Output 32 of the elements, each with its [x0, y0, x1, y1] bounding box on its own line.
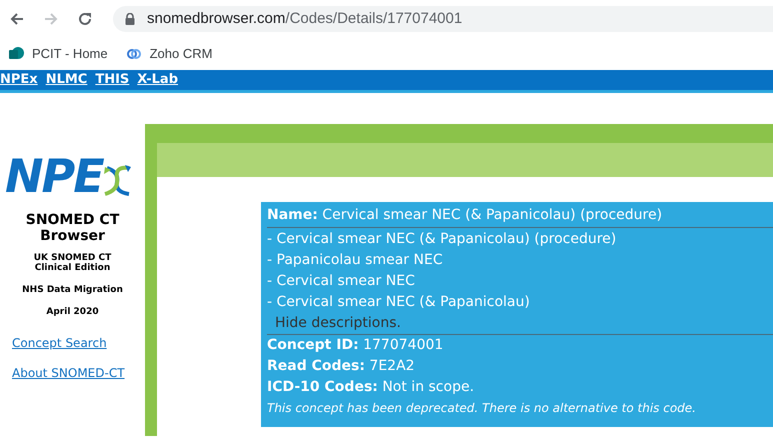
nav-link[interactable]: THIS: [95, 70, 130, 90]
edition-label: UK SNOMED CT Clinical Edition: [32, 253, 112, 273]
site-title: SNOMED CT Browser: [24, 212, 120, 244]
nav-link[interactable]: X-Lab: [137, 70, 178, 90]
sidebar-link[interactable]: About SNOMED-CT: [12, 364, 125, 382]
url-host: snomedbrowser.com: [147, 8, 286, 29]
description-item: - Cervical smear NEC (& Papanicolau) (procedure): [267, 230, 618, 249]
lock-icon: [125, 13, 135, 25]
reload-icon[interactable]: [77, 11, 93, 27]
deprecation-note: This concept has been deprecated. There is no alternative to this code.: [267, 400, 697, 417]
chain-rings-icon: [126, 46, 142, 62]
sharepoint-icon: [8, 46, 24, 62]
sidebar-link[interactable]: Concept Search: [12, 334, 125, 352]
cross-arrows-icon: [102, 164, 133, 196]
bookmark-link[interactable]: Zoho CRM: [126, 44, 212, 64]
concept-field: Read Codes: 7E2A2: [267, 356, 773, 377]
concept-field: Concept ID: 177074001: [267, 335, 773, 356]
bookmark-link[interactable]: PCIT - Home: [8, 44, 108, 64]
nav-link[interactable]: NPEx: [0, 70, 38, 90]
description-item: - Cervical smear NEC: [267, 272, 416, 291]
subtitle: NHS Data Migration: [22, 284, 123, 297]
address-bar[interactable]: snomedbrowser.com/Codes/Details/177074001: [113, 6, 773, 32]
description-item: - Cervical smear NEC (& Papanicolau): [267, 293, 531, 312]
back-icon[interactable]: [9, 11, 25, 27]
concept-name: Name: Cervical smear NEC (& Papanicolau) (procedure): [267, 206, 664, 225]
release-date: April 2020: [46, 306, 99, 318]
hide-descriptions-link[interactable]: Hide descriptions.: [275, 313, 401, 334]
npex-logo: NPE: [5, 156, 133, 196]
url-path: /Codes/Details/177074001: [285, 8, 462, 29]
concept-field: ICD-10 Codes: Not in scope.: [267, 377, 773, 398]
description-item: - Papanicolau smear NEC: [267, 251, 444, 270]
nav-link[interactable]: NLMC: [46, 70, 88, 90]
